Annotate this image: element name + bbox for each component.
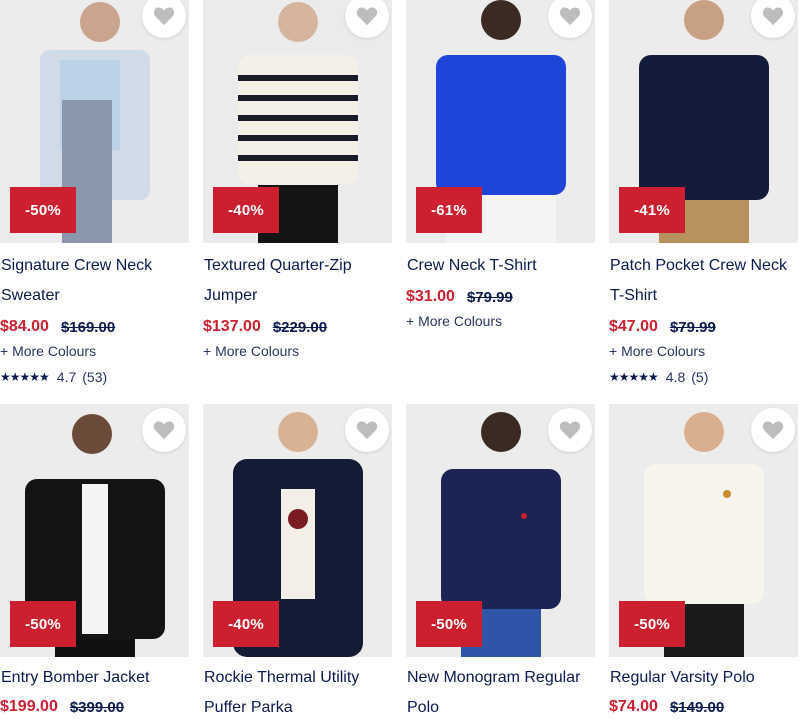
product-name-line1[interactable]: Signature Crew Neck	[1, 257, 152, 274]
discount-text: -50%	[25, 201, 61, 219]
product-card[interactable]: -50% Signature Crew Neck Sweater $84.00 $…	[0, 0, 189, 385]
product-name[interactable]: Regular Varsity Polo	[609, 663, 798, 693]
discount-text: -50%	[634, 615, 670, 633]
wishlist-button[interactable]	[142, 408, 186, 452]
product-image[interactable]: -50%	[0, 404, 189, 657]
discount-text: -41%	[634, 201, 670, 219]
wishlist-button[interactable]	[548, 408, 592, 452]
heart-icon	[153, 421, 175, 440]
original-price: $399.00	[69, 698, 125, 716]
heart-icon	[559, 7, 581, 26]
product-name-line1[interactable]: Entry Bomber Jacket	[1, 669, 150, 686]
price-row: $199.00 $399.00	[0, 695, 189, 719]
review-count: (53)	[82, 369, 108, 385]
product-name-line2[interactable]: Sweater	[1, 287, 60, 304]
more-colours-link[interactable]: + More Colours	[203, 343, 392, 363]
discount-badge: -50%	[10, 187, 76, 233]
discount-badge: -40%	[213, 601, 279, 647]
discount-badge: -40%	[213, 187, 279, 233]
product-name[interactable]: Signature Crew Neck Sweater	[0, 251, 189, 311]
discount-text: -40%	[228, 201, 264, 219]
sale-price: $137.00	[203, 318, 261, 335]
discount-badge: -41%	[619, 187, 685, 233]
product-card[interactable]: -50% Entry Bomber Jacket $199.00 $399.00	[0, 404, 189, 719]
price-row: $137.00 $229.00	[203, 315, 392, 339]
product-card[interactable]: -50% New Monogram Regular Polo	[406, 404, 595, 723]
rating: ★★★★★ 4.8 (5)	[609, 369, 798, 385]
original-price: $79.99	[669, 318, 716, 336]
original-price: $169.00	[60, 318, 116, 336]
more-colours-link[interactable]: + More Colours	[609, 343, 798, 363]
heart-icon	[153, 7, 175, 26]
heart-icon	[356, 421, 378, 440]
discount-badge: -50%	[10, 601, 76, 647]
original-price: $149.00	[669, 698, 725, 716]
sale-price: $199.00	[0, 698, 58, 715]
review-count: (5)	[691, 369, 709, 385]
discount-text: -61%	[431, 201, 467, 219]
discount-text: -40%	[228, 615, 264, 633]
product-name-line1[interactable]: Textured Quarter-Zip	[204, 257, 352, 274]
product-name[interactable]: Textured Quarter-Zip Jumper	[203, 251, 392, 311]
price-row: $31.00 $79.99	[406, 285, 595, 309]
wishlist-button[interactable]	[345, 408, 389, 452]
product-name[interactable]: Entry Bomber Jacket	[0, 663, 189, 693]
price-row: $47.00 $79.99	[609, 315, 798, 339]
sale-price: $31.00	[406, 288, 455, 305]
rating: ★★★★★ 4.7 (53)	[0, 369, 189, 385]
product-image[interactable]: -41%	[609, 0, 798, 243]
heart-icon	[559, 421, 581, 440]
product-image[interactable]: -40%	[203, 404, 392, 657]
product-image[interactable]: -50%	[406, 404, 595, 657]
sale-price: $84.00	[0, 318, 49, 335]
product-name[interactable]: Rockie Thermal Utility Puffer Parka	[203, 663, 392, 723]
sale-price: $47.00	[609, 318, 658, 335]
product-name-line2[interactable]: T-Shirt	[610, 287, 657, 304]
product-name-line1[interactable]: New Monogram Regular	[407, 669, 580, 686]
product-card[interactable]: -40% Rockie Thermal Utility Puffer Parka	[203, 404, 392, 723]
product-name-line2[interactable]: Puffer Parka	[204, 699, 293, 716]
product-name-line1[interactable]: Patch Pocket Crew Neck	[610, 257, 787, 274]
discount-badge: -61%	[416, 187, 482, 233]
product-card[interactable]: -41% Patch Pocket Crew Neck T-Shirt $47.0…	[609, 0, 798, 385]
product-image[interactable]: -40%	[203, 0, 392, 243]
wishlist-button[interactable]	[751, 408, 795, 452]
heart-icon	[356, 7, 378, 26]
discount-badge: -50%	[416, 601, 482, 647]
product-card[interactable]: -61% Crew Neck T-Shirt $31.00 $79.99 + M…	[406, 0, 595, 333]
product-name-line1[interactable]: Rockie Thermal Utility	[204, 669, 359, 686]
product-card[interactable]: -50% Regular Varsity Polo $74.00 $149.00	[609, 404, 798, 719]
product-name-line1[interactable]: Crew Neck T-Shirt	[407, 257, 537, 274]
stars-icon: ★★★★★	[609, 370, 659, 384]
product-name-line2[interactable]: Jumper	[204, 287, 257, 304]
more-colours-link[interactable]: + More Colours	[0, 343, 189, 363]
stars-icon: ★★★★★	[0, 370, 50, 384]
rating-score: 4.7	[56, 369, 77, 385]
more-colours-link[interactable]: + More Colours	[406, 313, 595, 333]
sale-price: $74.00	[609, 698, 658, 715]
product-image[interactable]: -50%	[0, 0, 189, 243]
original-price: $79.99	[466, 288, 513, 306]
product-name-line2[interactable]: Polo	[407, 699, 439, 716]
price-row: $74.00 $149.00	[609, 695, 798, 719]
product-name[interactable]: Crew Neck T-Shirt	[406, 251, 595, 281]
heart-icon	[762, 421, 784, 440]
product-image[interactable]: -61%	[406, 0, 595, 243]
discount-badge: -50%	[619, 601, 685, 647]
heart-icon	[762, 7, 784, 26]
discount-text: -50%	[25, 615, 61, 633]
product-card[interactable]: -40% Textured Quarter-Zip Jumper $137.00 …	[203, 0, 392, 363]
discount-text: -50%	[431, 615, 467, 633]
product-name[interactable]: Patch Pocket Crew Neck T-Shirt	[609, 251, 798, 311]
product-name[interactable]: New Monogram Regular Polo	[406, 663, 595, 723]
product-name-line1[interactable]: Regular Varsity Polo	[610, 669, 755, 686]
original-price: $229.00	[272, 318, 328, 336]
product-image[interactable]: -50%	[609, 404, 798, 657]
rating-score: 4.8	[665, 369, 686, 385]
price-row: $84.00 $169.00	[0, 315, 189, 339]
